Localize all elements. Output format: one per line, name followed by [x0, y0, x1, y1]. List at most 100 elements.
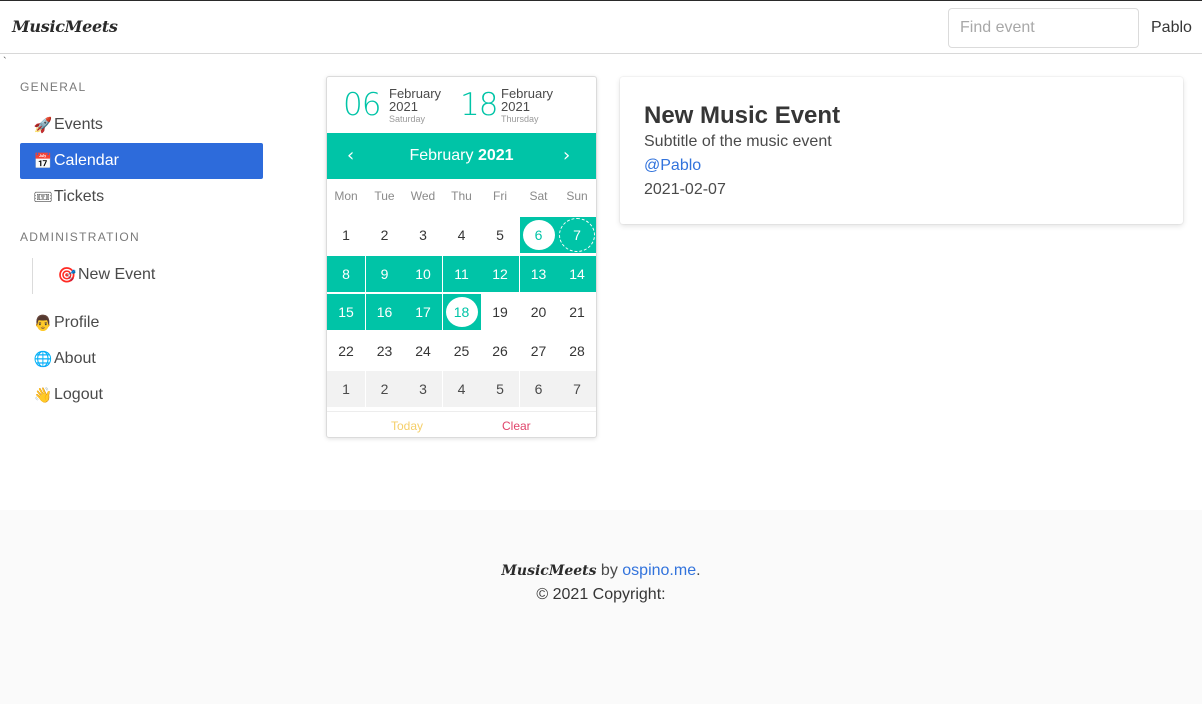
sidebar-item-about[interactable]: 🌐 About	[20, 341, 263, 377]
rocket-icon: 🚀	[33, 116, 53, 134]
calendar-day-next-month[interactable]: 5	[481, 371, 519, 407]
target-icon: 🎯	[57, 266, 77, 284]
day-number: 7	[573, 227, 581, 243]
calendar-day[interactable]: 27	[520, 333, 558, 369]
calendar-day[interactable]: 11	[442, 255, 481, 292]
range-start-day: 06	[343, 87, 381, 123]
globe-icon: 🌐	[33, 350, 53, 368]
calendar-day[interactable]: 17	[404, 294, 442, 330]
sidebar-item-calendar[interactable]: 📅 Calendar	[20, 143, 263, 179]
day-number: 15	[338, 304, 354, 320]
weekday-header: Mon Tue Wed Thu Fri Sat Sun	[327, 189, 596, 205]
calendar-header: 06 February 2021 Saturday 18 February 20…	[327, 77, 596, 133]
calendar-day-next-month[interactable]: 4	[442, 371, 481, 407]
day-number: 7	[573, 381, 581, 397]
day-number: 6	[534, 227, 543, 243]
event-author-link[interactable]: @Pablo	[644, 157, 701, 175]
calendar-day[interactable]: 15	[327, 294, 365, 330]
day-number: 1	[342, 227, 350, 243]
day-number: 9	[380, 265, 389, 282]
calendar-icon: 📅	[33, 152, 53, 170]
calendar-footer: Today Clear	[327, 411, 596, 437]
day-number: 13	[530, 265, 547, 282]
footer-period: .	[696, 562, 701, 579]
calendar-month-title[interactable]: February 2021	[327, 147, 596, 165]
footer-credit: MusicMeets by ospino.me.	[0, 562, 1202, 580]
brand-logo[interactable]: MusicMeets	[12, 17, 118, 36]
calendar-day[interactable]: 26	[481, 333, 519, 369]
weekday-label: Fri	[493, 189, 507, 203]
calendar-day[interactable]: 10	[404, 255, 442, 292]
event-subtitle: Subtitle of the music event	[644, 133, 832, 150]
wave-icon: 👋	[33, 386, 53, 404]
calendar-day-next-month[interactable]: 3	[404, 371, 442, 407]
calendar-day-range-start[interactable]: 6	[519, 217, 558, 253]
calendar-day-range-end[interactable]: 18	[442, 294, 481, 330]
calendar-day[interactable]: 25	[443, 333, 481, 369]
calendar-day-next-month[interactable]: 2	[365, 371, 404, 407]
calendar-day[interactable]: 3	[404, 217, 442, 253]
calendar-day[interactable]: 2	[366, 217, 404, 253]
calendar-day[interactable]: 13	[519, 255, 558, 292]
sidebar-item-label: Events	[54, 116, 103, 133]
calendar-day[interactable]: 9	[365, 255, 404, 292]
day-number: 4	[457, 381, 466, 397]
event-card[interactable]: New Music Event Subtitle of the music ev…	[620, 77, 1183, 224]
calendar-day[interactable]: 20	[520, 294, 558, 330]
range-start-weekday: Saturday	[389, 114, 426, 124]
day-number: 25	[453, 342, 470, 359]
calendar-day[interactable]: 1	[327, 217, 365, 253]
day-number: 26	[492, 342, 508, 359]
day-number: 6	[534, 381, 543, 397]
today-button[interactable]: Today	[391, 419, 423, 433]
calendar-day[interactable]: 22	[327, 333, 365, 369]
calendar-day-next-month[interactable]: 7	[558, 371, 596, 407]
menu-label-administration: Administration	[20, 230, 140, 244]
range-end-year: 2021	[501, 99, 530, 114]
calendar-day[interactable]: 16	[365, 294, 404, 330]
calendar-day[interactable]: 14	[558, 255, 596, 292]
day-number: 21	[569, 304, 585, 320]
sidebar-item-label: About	[54, 350, 96, 367]
search-input[interactable]	[948, 8, 1139, 48]
day-number: 5	[496, 227, 504, 243]
sidebar-item-new-event[interactable]: 🎯 New Event	[44, 257, 263, 293]
sidebar-item-tickets[interactable]: 🎟 Tickets	[20, 179, 263, 215]
weekday-label: Sun	[566, 189, 588, 203]
user-menu[interactable]: Pablo	[1151, 19, 1192, 37]
day-number: 23	[376, 342, 393, 359]
event-date: 2021-02-07	[644, 181, 726, 198]
footer-link[interactable]: ospino.me	[622, 562, 696, 579]
calendar-day[interactable]: 4	[443, 217, 481, 253]
sidebar-item-label: New Event	[78, 266, 156, 283]
calendar-day[interactable]: 12	[481, 255, 519, 292]
calendar-day[interactable]: 23	[366, 333, 404, 369]
sidebar-item-label: Profile	[54, 314, 100, 331]
calendar-day[interactable]: 19	[481, 294, 519, 330]
day-number: 2	[380, 227, 389, 243]
calendar-day-next-month[interactable]: 1	[327, 371, 365, 407]
sidebar-item-profile[interactable]: 👨 Profile	[20, 305, 263, 341]
sidebar-item-events[interactable]: 🚀 Events	[20, 107, 263, 143]
day-number: 10	[415, 265, 431, 282]
clear-button[interactable]: Clear	[502, 419, 531, 433]
calendar-day[interactable]: 5	[481, 217, 519, 253]
calendar-day-next-month[interactable]: 6	[519, 371, 558, 407]
calendar-day[interactable]: 24	[404, 333, 442, 369]
footer-brand: MusicMeets	[501, 563, 597, 579]
calendar-day[interactable]: 21	[558, 294, 596, 330]
nav-month: February	[409, 147, 474, 164]
calendar-day[interactable]: 7	[558, 217, 596, 253]
weekday-label: Sat	[529, 189, 548, 203]
range-end-weekday: Thursday	[501, 114, 539, 124]
day-number: 1	[342, 381, 350, 397]
stray-character: `	[3, 56, 7, 68]
calendar-day[interactable]: 8	[327, 255, 365, 292]
day-number: 18	[453, 304, 470, 320]
chevron-right-icon[interactable]: ›	[563, 145, 570, 166]
sidebar-item-logout[interactable]: 👋 Logout	[20, 377, 263, 413]
day-number: 2	[380, 381, 389, 397]
calendar-day[interactable]: 28	[558, 333, 596, 369]
day-number: 16	[376, 304, 393, 320]
event-title: New Music Event	[644, 102, 841, 129]
